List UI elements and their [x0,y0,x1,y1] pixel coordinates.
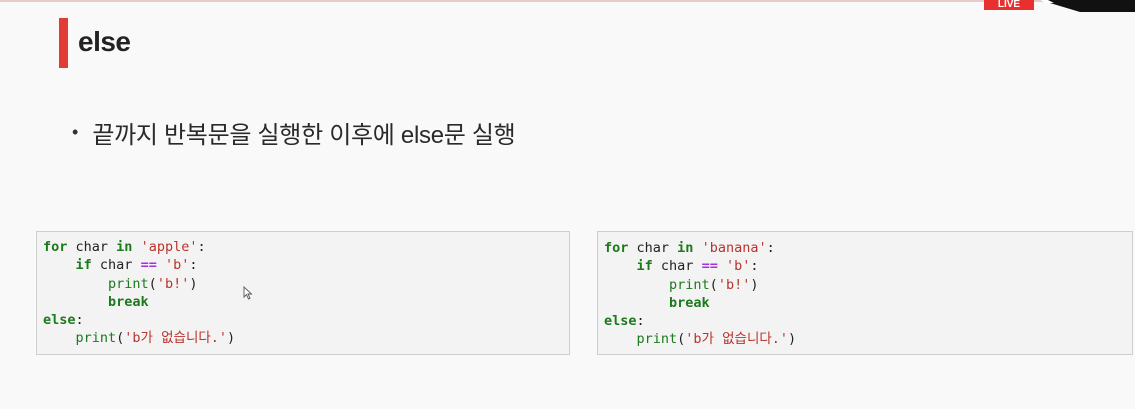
mouse-cursor-icon [243,286,253,300]
code-string: 'b!' [717,276,751,293]
code-builtin: print [108,275,149,292]
code-keyword: break [669,294,710,311]
code-builtin: print [636,331,678,348]
code-line: break [43,293,569,311]
code-keyword: else [604,313,637,330]
code-line: else: [43,311,569,329]
code-text: : [189,257,198,274]
code-line: for char in 'banana': [604,239,1132,257]
code-string: 'b' [725,258,751,275]
code-keyword: in [116,239,133,255]
code-text: : [197,239,206,255]
code-string: 'apple' [140,239,198,255]
code-string: 'b가 없습니다.' [685,331,789,348]
code-string: 'b!' [156,275,190,292]
code-line: for char in 'apple': [43,238,569,256]
code-text: char [652,258,702,275]
code-line: print('b가 없습니다.') [604,330,1132,348]
code-text: : [75,312,84,329]
code-line: else: [604,312,1132,330]
code-text: ( [709,276,718,293]
code-text: char [628,240,678,256]
code-text: : [636,313,645,330]
code-keyword: else [43,312,76,329]
code-text: char [91,257,141,274]
corner-arrow-icon [1040,0,1135,12]
code-line: print('b!') [43,275,569,293]
code-block-apple: for char in 'apple': if char == 'b': pri… [36,231,570,355]
code-line: print('b가 없습니다.') [43,329,569,347]
code-keyword: if [636,258,653,275]
top-divider [0,0,1135,2]
code-builtin: print [669,276,710,293]
code-string: 'b가 없습니다.' [124,330,228,347]
code-operator: == [701,258,718,275]
code-builtin: print [75,330,117,347]
code-text: char [67,239,117,255]
code-text: ) [189,275,198,292]
code-text: : [750,258,759,275]
code-text: ) [788,331,797,348]
code-text: ) [227,330,236,347]
code-string: 'b' [164,257,190,274]
slide-title: else [78,26,131,57]
bullet-dot-icon: • [72,121,79,142]
code-line: print('b!') [604,276,1132,294]
code-line: if char == 'b': [604,257,1132,275]
bullet-text: 끝까지 반복문을 실행한 이후에 else문 실행 [92,121,516,149]
code-keyword: in [677,240,694,256]
bullet-item: • 끝까지 반복문을 실행한 이후에 else문 실행 [72,115,516,149]
code-keyword: if [75,257,92,274]
code-text: ( [148,275,157,292]
code-line: break [604,294,1132,312]
code-keyword: break [108,293,149,310]
code-keyword: for [43,239,68,255]
title-accent-bar [59,18,68,68]
code-line: if char == 'b': [43,256,569,274]
code-string: 'banana' [701,240,767,256]
code-keyword: for [604,240,629,256]
code-text: : [766,240,775,256]
code-operator: == [140,257,157,274]
live-badge: LIVE [984,0,1034,10]
code-block-banana: for char in 'banana': if char == 'b': pr… [597,231,1133,355]
code-text: ) [750,276,759,293]
